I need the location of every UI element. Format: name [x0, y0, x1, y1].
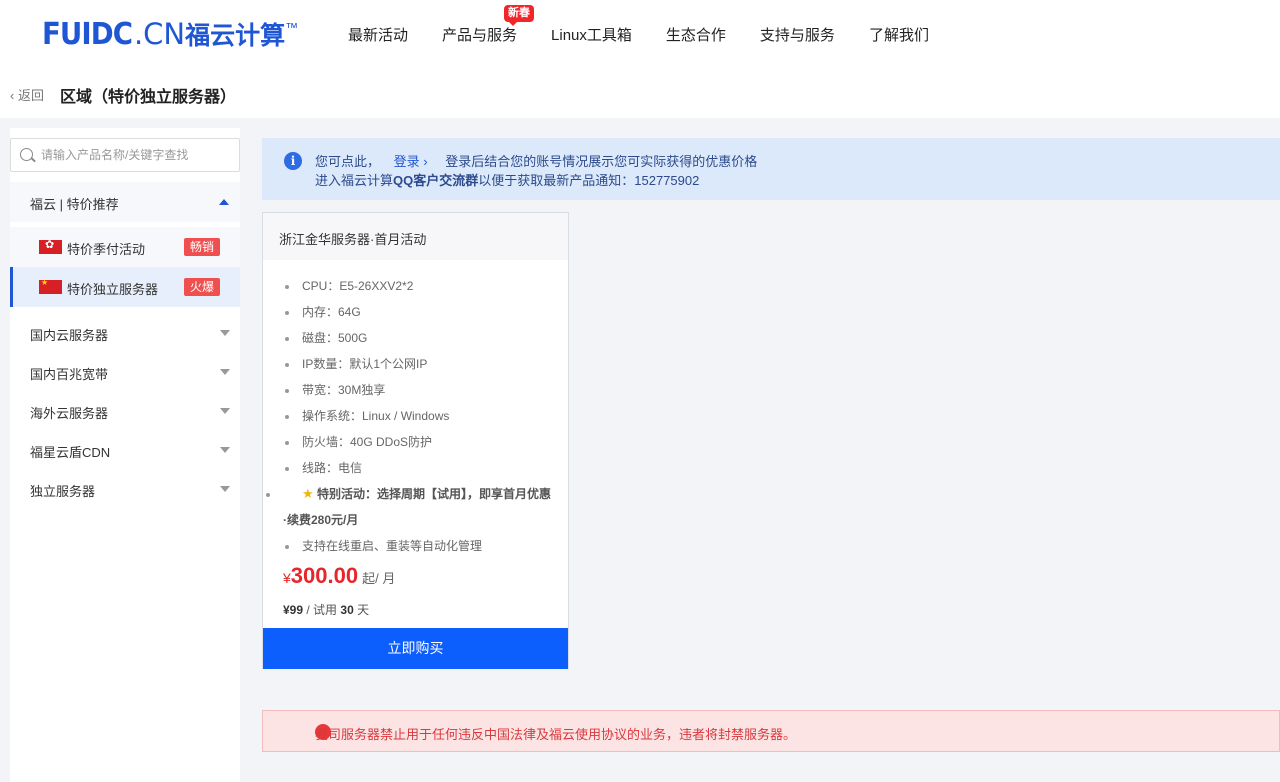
spec-bandwidth: 带宽：30M独享: [283, 377, 553, 403]
spec-line: 线路：电信: [283, 455, 553, 481]
sidebar-item-label: 福星云盾CDN: [30, 445, 111, 460]
new-year-badge: 新春: [504, 5, 535, 26]
special-offer-text: 特别活动：选择周期【试用】，即享首月优惠·续费280元/月: [283, 487, 552, 527]
warning-notice: ✕ 我司服务器禁止用于任何违反中国法律及福云使用协议的业务，违者将封禁服务器。: [262, 710, 1280, 752]
sidebar-group-special-offers[interactable]: 福云 | 特价推荐: [10, 182, 240, 222]
page-title: 区域（特价独立服务器）: [60, 89, 237, 106]
spec-special-offer: ★ 特别活动：选择周期【试用】，即享首月优惠·续费280元/月: [264, 481, 553, 533]
nav-item-label: 产品与服务: [442, 27, 518, 44]
main-nav: 最新活动 产品与服务 新春 Linux工具箱 生态合作 支持与服务 了解我们: [348, 5, 963, 45]
sidebar-item-cdn[interactable]: 福星云盾CDN: [10, 430, 240, 469]
notice-line-2: 进入福云计算QQ客户交流群以便于获取最新产品通知：152775902: [315, 170, 699, 189]
notice-text: 进入福云计算: [315, 173, 394, 188]
trial-days: 30: [340, 603, 354, 617]
brand-logo[interactable]: FUIDC .CN 福云计算 ™: [42, 16, 298, 52]
notice-text: 您可点此，: [315, 154, 381, 169]
spec-disk: 磁盘：500G: [283, 325, 553, 351]
product-title: 浙江金华服务器·首月活动: [279, 232, 427, 247]
sidebar-item-overseas-cloud[interactable]: 海外云服务器: [10, 391, 240, 430]
trial-label: / 试用: [306, 603, 338, 617]
buy-now-button[interactable]: 立即购买: [263, 628, 568, 669]
spec-firewall: 防火墙：40G DDoS防护: [283, 429, 553, 455]
main-content: i 您可点此， 登录 › 登录后结合您的账号情况展示您可实际获得的优惠价格 进入…: [250, 118, 1280, 782]
sidebar-item-label: 海外云服务器: [30, 406, 109, 421]
price: ¥300.00 起/ 月: [283, 563, 395, 589]
hot-sale-tag: 畅销: [183, 238, 220, 256]
notice-line-1: 您可点此， 登录 › 登录后结合您的账号情况展示您可实际获得的优惠价格: [315, 151, 757, 170]
notice-text: 以便于获取最新产品通知：152775902: [478, 173, 700, 188]
product-search: [10, 138, 240, 172]
caret-down-icon: [220, 330, 230, 336]
nav-item-products-services[interactable]: 产品与服务 新春: [442, 5, 535, 45]
product-card: 浙江金华服务器·首月活动 CPU：E5-26XXV2*2 内存：64G 磁盘：5…: [262, 212, 569, 669]
info-icon: i: [284, 152, 302, 170]
nav-item-linux-toolbox[interactable]: Linux工具箱: [551, 24, 632, 45]
back-label: 返回: [17, 88, 44, 103]
price-value: 300.00: [290, 563, 359, 588]
trial-price: ¥99 / 试用 30 天: [283, 601, 369, 618]
trial-days-unit: 天: [357, 603, 370, 617]
price-currency: ¥: [283, 570, 291, 586]
caret-down-icon: [220, 369, 230, 375]
china-flag-icon: [39, 278, 62, 294]
search-icon: [20, 148, 33, 161]
search-input[interactable]: [41, 139, 236, 171]
price-unit: 起/ 月: [362, 571, 396, 586]
sidebar-item-label: 国内云服务器: [30, 328, 109, 343]
info-notice: i 您可点此， 登录 › 登录后结合您的账号情况展示您可实际获得的优惠价格 进入…: [262, 138, 1280, 200]
top-navbar: FUIDC .CN 福云计算 ™ 最新活动 产品与服务 新春 Linux工具箱 …: [0, 0, 1280, 68]
sidebar-item-label: 国内百兆宽带: [30, 367, 109, 382]
caret-down-icon: [220, 486, 230, 492]
sidebar-item-domestic-bandwidth[interactable]: 国内百兆宽带: [10, 352, 240, 391]
spec-list: CPU：E5-26XXV2*2 内存：64G 磁盘：500G IP数量：默认1个…: [266, 273, 553, 559]
sidebar-item-label: 独立服务器: [30, 484, 96, 499]
spec-automation: 支持在线重启、重装等自动化管理: [283, 533, 553, 559]
caret-up-icon: [219, 199, 229, 205]
back-link[interactable]: ‹ 返回: [10, 85, 44, 104]
sidebar-item-domestic-cloud[interactable]: 国内云服务器: [10, 313, 240, 352]
nav-item-ecosystem[interactable]: 生态合作: [666, 24, 726, 45]
logo-trademark: ™: [285, 20, 299, 35]
sidebar-item-label: 特价季付活动: [67, 242, 146, 257]
popular-tag: 火爆: [183, 278, 220, 296]
sidebar-item-dedicated-special[interactable]: 特价独立服务器 火爆: [10, 267, 240, 307]
sidebar-group-label: 福云 | 特价推荐: [30, 197, 119, 212]
warning-text: 我司服务器禁止用于任何违反中国法律及福云使用协议的业务，违者将封禁服务器。: [315, 727, 797, 742]
spec-os: 操作系统：Linux / Windows: [283, 403, 553, 429]
sidebar-item-label: 特价独立服务器: [67, 282, 159, 297]
caret-down-icon: [220, 447, 230, 453]
nav-item-latest-activities[interactable]: 最新活动: [348, 24, 408, 45]
sidebar-item-dedicated-servers[interactable]: 独立服务器: [10, 469, 240, 508]
spec-cpu: CPU：E5-26XXV2*2: [283, 273, 553, 299]
chevron-left-icon: ‹: [10, 88, 15, 103]
logo-company-name: 福云计算: [185, 21, 286, 50]
product-card-header: 浙江金华服务器·首月活动: [263, 213, 568, 260]
spec-ip: IP数量：默认1个公网IP: [283, 351, 553, 377]
nav-item-support[interactable]: 支持与服务: [760, 24, 835, 45]
trial-price-value: ¥99: [283, 603, 304, 617]
login-link[interactable]: 登录 ›: [394, 154, 428, 169]
logo-domain: .CN: [133, 17, 186, 51]
sidebar: 福云 | 特价推荐 特价季付活动 畅销 特价独立服务器 火爆 国内云服务器 国内…: [10, 128, 240, 782]
logo-text: FUIDC: [42, 17, 133, 52]
sidebar-item-quarterly-special[interactable]: 特价季付活动 畅销: [10, 227, 240, 267]
star-icon: ★: [302, 486, 314, 501]
caret-down-icon: [220, 408, 230, 414]
notice-text: 登录后结合您的账号情况展示您可实际获得的优惠价格: [445, 154, 758, 169]
nav-item-about[interactable]: 了解我们: [869, 24, 929, 45]
qq-group-label: QQ客户交流群: [393, 173, 479, 188]
breadcrumb: ‹ 返回 区域（特价独立服务器）: [0, 68, 1280, 118]
hong-kong-flag-icon: [39, 238, 62, 254]
spec-memory: 内存：64G: [283, 299, 553, 325]
